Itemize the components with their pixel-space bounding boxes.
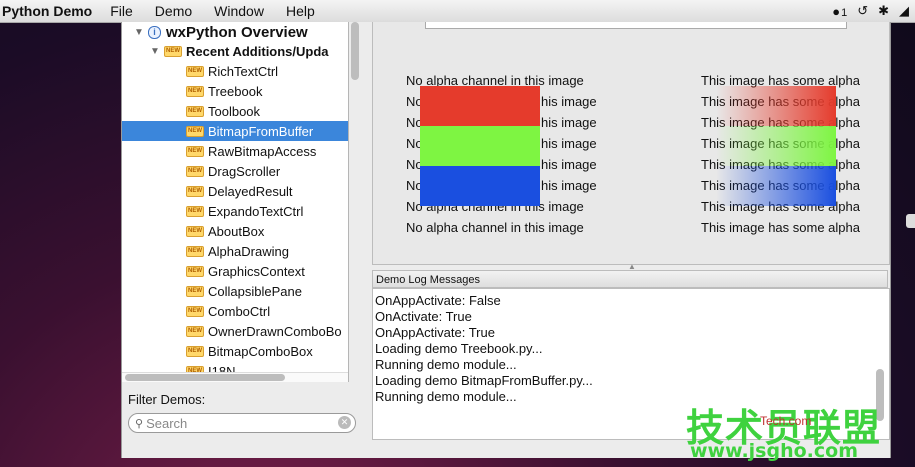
tree-item[interactable]: NEW GraphicsContext [122,261,348,281]
search-icon: ⚲ [135,417,144,430]
tree-item[interactable]: NEW BitmapComboBox [122,341,348,361]
panel-tab-strip [425,22,847,29]
tree-item-label: GraphicsContext [208,263,305,279]
notification-count: 1 [841,6,848,19]
bitmap-blue-opaque [420,166,540,206]
menu-file[interactable]: File [110,3,133,19]
menu-window[interactable]: Window [214,3,264,19]
demo-panel: No alpha channel in this image This image… [372,22,890,265]
log-line: OnActivate: True [375,309,472,324]
tree-item-label: AlphaDrawing [208,243,289,259]
search-input[interactable]: ⚲ Search ✕ [128,413,356,433]
tree-item[interactable]: NEW DelayedResult [122,181,348,201]
tree-item[interactable]: NEW Toolbook [122,101,348,121]
tree-vertical-scrollbar-thumb[interactable] [351,22,359,80]
demo-left-text-tail: his image [541,115,597,130]
watermark-url: www.jsgho.com [690,440,858,462]
new-badge-icon: NEW [186,325,204,337]
bitmap-red-alpha [716,86,836,126]
tree-item[interactable]: NEW ExpandoTextCtrl [122,201,348,221]
tree-item[interactable]: NEW AlphaDrawing [122,241,348,261]
demo-window: ▼ i wxPython Overview ▼ NEW Recent Addit… [121,22,891,458]
tree-item-label: RichTextCtrl [208,63,279,79]
expand-triangle-icon[interactable]: ▼ [134,27,148,38]
side-window-fragment [906,214,915,228]
menu-bar: Python Demo File Demo Window Help ●1 ↺ ✱… [0,0,915,23]
tree-item-label: ExpandoTextCtrl [208,203,304,219]
tree-item[interactable]: NEW DragScroller [122,161,348,181]
new-badge-icon: NEW [186,145,204,157]
search-placeholder: Search [146,415,188,431]
filter-label: Filter Demos: [128,392,206,407]
notification-icon[interactable]: ●1 [832,4,847,19]
watermark-small: Tech.com [760,414,812,428]
tree-item-label: AboutBox [208,223,265,239]
demo-left-text-tail: his image [541,136,597,151]
tree-item[interactable]: NEW OwnerDrawnComboBo [122,321,348,341]
new-badge-icon: NEW [186,245,204,257]
tree-item[interactable]: NEW Treebook [122,81,348,101]
log-header: Demo Log Messages [372,270,888,288]
tree-horizontal-scrollbar[interactable] [125,374,285,381]
wifi-icon[interactable]: ◢ [899,3,909,19]
info-icon: i [148,25,161,39]
tree-item[interactable]: NEW AboutBox [122,221,348,241]
new-badge-icon: NEW [164,45,182,57]
tree-group[interactable]: ▼ NEW Recent Additions/Upda [122,41,348,61]
tree-item-label: BitmapFromBuffer [208,123,314,139]
demo-left-text-tail: his image [541,94,597,109]
bitmap-red-opaque [420,86,540,126]
new-badge-icon: NEW [186,85,204,97]
log-line: Loading demo Treebook.py... [375,341,543,356]
app-menu[interactable]: Python Demo [2,3,92,19]
demo-left-text-tail: his image [541,157,597,172]
tree-item-label: Toolbook [208,103,261,119]
new-badge-icon: NEW [186,225,204,237]
bitmap-green-alpha [716,126,836,166]
tree-group-label: Recent Additions/Upda [186,43,329,59]
log-line: Running demo module... [375,357,517,372]
menu-demo[interactable]: Demo [155,3,192,19]
tree-item[interactable]: NEW CollapsiblePane [122,281,348,301]
tree-item-label: CollapsiblePane [208,283,302,299]
tree-root-label: wxPython Overview [166,23,308,41]
new-badge-icon: NEW [186,125,204,137]
demo-left-text-tail: his image [541,178,597,193]
bluetooth-icon[interactable]: ✱ [878,3,889,19]
new-badge-icon: NEW [186,185,204,197]
new-badge-icon: NEW [186,345,204,357]
menu-help[interactable]: Help [286,3,315,19]
new-badge-icon: NEW [186,265,204,277]
log-line: Loading demo BitmapFromBuffer.py... [375,373,593,388]
time-machine-icon[interactable]: ↺ [857,3,868,19]
log-line: Running demo module... [375,389,517,404]
new-badge-icon: NEW [186,65,204,77]
demo-left-text: No alpha channel in this image [406,220,584,235]
tree-item-label: DelayedResult [208,183,293,199]
tree-item[interactable]: NEW RichTextCtrl [122,61,348,81]
demo-tree[interactable]: ▼ i wxPython Overview ▼ NEW Recent Addit… [122,22,349,382]
new-badge-icon: NEW [186,205,204,217]
clear-search-icon[interactable]: ✕ [338,416,351,429]
tree-item-label: BitmapComboBox [208,343,313,359]
tree-item[interactable]: NEW BitmapFromBuffer [122,121,348,141]
log-line: OnAppActivate: True [375,325,495,340]
tree-item-label: DragScroller [208,163,281,179]
new-badge-icon: NEW [186,105,204,117]
bitmap-green-opaque [420,126,540,166]
new-badge-icon: NEW [186,285,204,297]
log-line: OnAppActivate: False [375,293,501,308]
demo-right-text: This image has some alpha [701,220,860,235]
tree-item-label: Treebook [208,83,263,99]
tree-item[interactable]: NEW RawBitmapAccess [122,141,348,161]
tree-item[interactable]: NEW ComboCtrl [122,301,348,321]
new-badge-icon: NEW [186,305,204,317]
expand-triangle-icon[interactable]: ▼ [150,46,164,57]
tree-item-label: RawBitmapAccess [208,143,317,159]
bitmap-blue-alpha [716,166,836,206]
tree-item-label: OwnerDrawnComboBo [208,323,342,339]
tree-item-label: ComboCtrl [208,303,271,319]
tree-root[interactable]: ▼ i wxPython Overview [122,22,348,42]
new-badge-icon: NEW [186,165,204,177]
